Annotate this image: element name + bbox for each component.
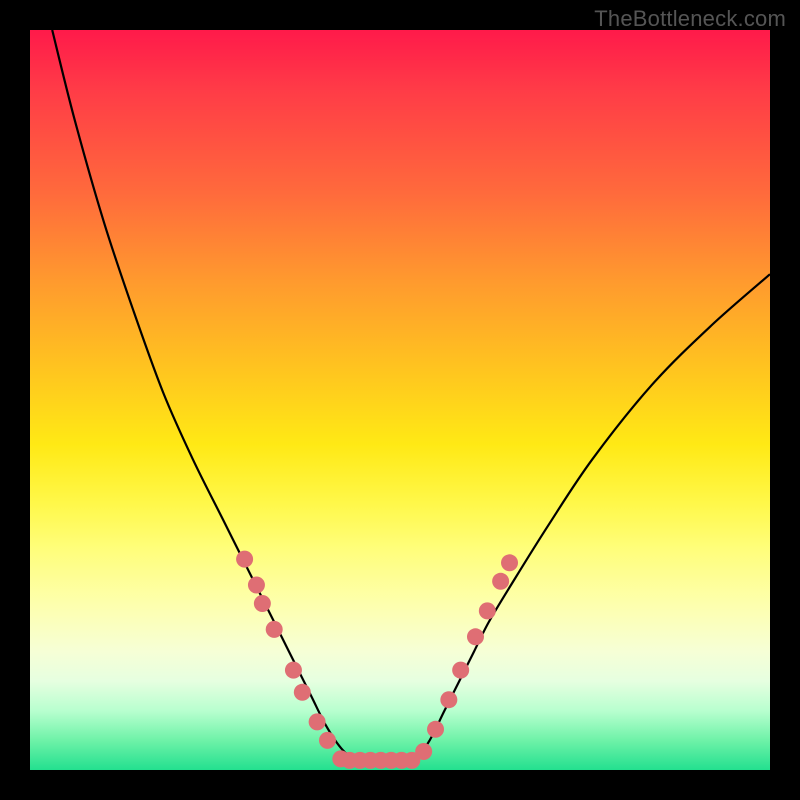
plot-area	[30, 30, 770, 770]
curve-paths	[52, 30, 770, 762]
highlight-dot	[415, 743, 432, 760]
highlight-dot	[467, 628, 484, 645]
highlight-dot	[285, 662, 302, 679]
highlight-dot	[479, 602, 496, 619]
chart-frame: TheBottleneck.com	[0, 0, 800, 800]
highlight-dot	[309, 713, 326, 730]
highlight-dot	[319, 732, 336, 749]
highlight-dot	[501, 554, 518, 571]
highlight-dot	[440, 691, 457, 708]
highlight-dots	[236, 551, 518, 769]
highlight-dot	[294, 684, 311, 701]
highlight-dot	[248, 577, 265, 594]
highlight-dot	[236, 551, 253, 568]
bottleneck-curve-path	[52, 30, 770, 762]
highlight-dot	[452, 662, 469, 679]
highlight-dot	[266, 621, 283, 638]
highlight-dot	[492, 573, 509, 590]
bottleneck-curve	[30, 30, 770, 770]
highlight-dot	[254, 595, 271, 612]
highlight-dot	[427, 721, 444, 738]
watermark-text: TheBottleneck.com	[594, 6, 786, 32]
